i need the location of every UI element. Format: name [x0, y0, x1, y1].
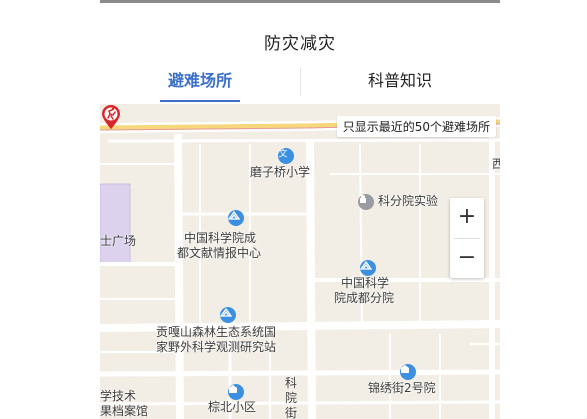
zongbei-label: 棕北小区 [208, 400, 257, 414]
archive-label-line2: 果档案馆 [100, 404, 149, 418]
school-icon[interactable]: 文 [278, 148, 294, 164]
tab-bar: 避难场所 科普知识 [100, 62, 500, 102]
shelter-icon[interactable] [360, 260, 376, 276]
tab-science-knowledge[interactable]: 科普知识 [300, 62, 500, 102]
zoom-in-button[interactable]: + [450, 198, 484, 238]
building-icon[interactable] [400, 364, 416, 380]
square-label: 士广场 [100, 234, 137, 248]
institute-lab-label: 科分院实验 [378, 194, 439, 208]
svg-text:文: 文 [278, 148, 287, 158]
page-title: 防灾减灾 [264, 34, 336, 54]
tab-shelters[interactable]: 避难场所 [100, 62, 300, 102]
map-view[interactable]: 只显示最近的50个避难场所 文 磨子桥小学 科分院实验 士广场 中国科学院成 都… [100, 104, 500, 419]
forest-station-label-line1: 贡嘎山森林生态系统国 [156, 325, 277, 339]
nearest-shelters-notice: 只显示最近的50个避难场所 [336, 116, 496, 137]
archive-label-line1: 学技术 [100, 389, 137, 403]
shelter-icon[interactable] [220, 307, 236, 323]
west-label: 西 [492, 157, 500, 171]
library-label-line1: 中国科学院成 [184, 231, 257, 245]
street-label-1: 科 [285, 376, 298, 390]
branch-label-line2: 院成都分院 [334, 291, 395, 305]
map-base [100, 104, 500, 419]
zoom-control: + − [450, 198, 484, 278]
school-label: 磨子桥小学 [250, 165, 311, 179]
tab-shelters-label: 避难场所 [167, 71, 232, 90]
branch-label-line1: 中国科学 [341, 276, 390, 290]
street-label-3: 街 [285, 406, 298, 419]
zoom-out-button[interactable]: − [450, 239, 484, 279]
app-screen: 防灾减灾 避难场所 科普知识 只显示最近的50个避难场所 文 磨子桥小学 科分院… [100, 0, 500, 419]
active-tab-indicator [160, 100, 240, 102]
street-label-2: 院 [285, 391, 298, 405]
top-divider [100, 0, 500, 3]
building-icon[interactable] [228, 384, 244, 400]
library-label-line2: 都文献情报中心 [177, 246, 262, 260]
forest-station-label-line2: 家野外科学观测研究站 [156, 340, 277, 354]
shelter-marker-icon[interactable] [100, 104, 122, 130]
shelter-icon[interactable] [228, 210, 244, 226]
building-icon[interactable] [358, 194, 374, 210]
jinxiu-label: 锦绣街2号院 [368, 381, 436, 395]
tab-science-knowledge-label: 科普知识 [367, 71, 432, 90]
